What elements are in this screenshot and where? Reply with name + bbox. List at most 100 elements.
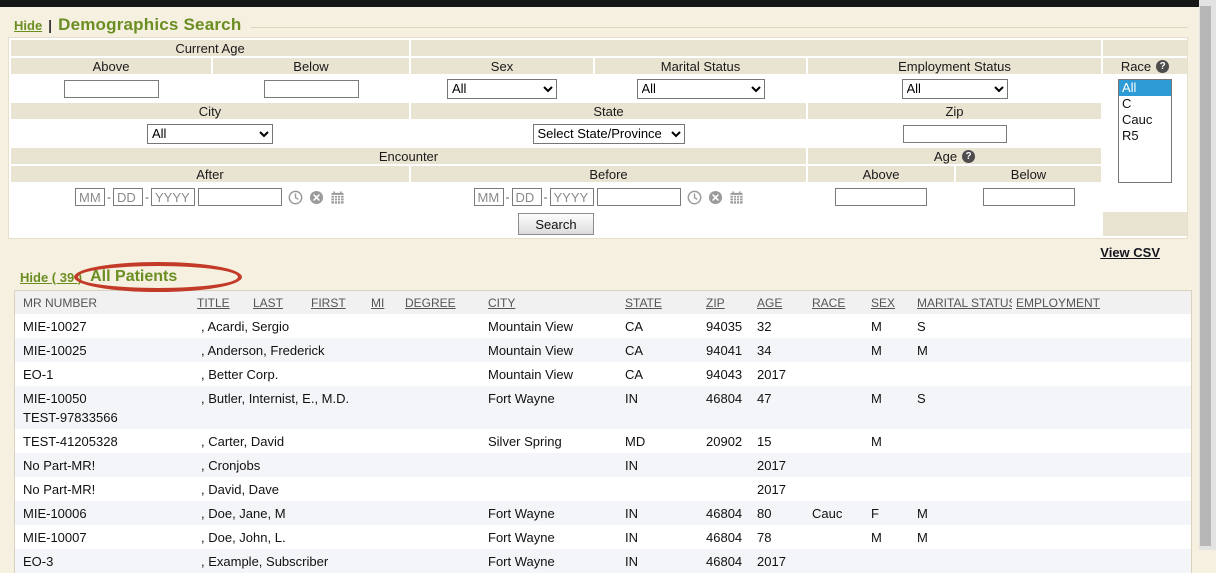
employment-cell — [1012, 314, 1191, 338]
calendar-icon[interactable] — [330, 190, 345, 205]
column-header-title[interactable]: TITLE — [193, 291, 249, 314]
race-listbox[interactable]: AllCCaucR5 — [1118, 79, 1172, 183]
patients-hide-link[interactable]: Hide ( 39 ) — [20, 270, 82, 285]
table-row[interactable]: No Part-MR!, CronjobsIN2017 — [15, 453, 1191, 477]
mr-number-cell: MIE-10050TEST-97833566 — [15, 386, 193, 429]
table-row[interactable]: MIE-10027, Acardi, SergioMountain ViewCA… — [15, 314, 1191, 338]
mr-number-cell: MIE-10025 — [15, 338, 193, 362]
encounter-after-year-input[interactable] — [151, 188, 195, 206]
top-black-bar — [0, 0, 1199, 7]
race-option[interactable]: Cauc — [1119, 112, 1171, 128]
cell: All — [808, 76, 1101, 101]
city-cell: Fort Wayne — [484, 386, 621, 429]
table-row[interactable]: MIE-10006, Doe, Jane, MFort WayneIN46804… — [15, 501, 1191, 525]
race-cell — [808, 362, 867, 386]
column-header-first[interactable]: FIRST — [307, 291, 367, 314]
zip-input[interactable] — [903, 125, 1007, 143]
column-header-employment[interactable]: EMPLOYMENT — [1012, 291, 1191, 314]
state-select[interactable]: Select State/Province — [533, 124, 685, 144]
encounter-before-date-input[interactable] — [597, 188, 681, 206]
race-option[interactable]: All — [1119, 80, 1171, 96]
age-cell: 34 — [753, 338, 808, 362]
patient-name-cell: , Acardi, Sergio — [193, 314, 484, 338]
clear-icon[interactable] — [309, 190, 324, 205]
encounter-after-day-input[interactable] — [113, 188, 143, 206]
table-row[interactable]: EO-1, Better Corp.Mountain ViewCA9404320… — [15, 362, 1191, 386]
column-header-state[interactable]: STATE — [621, 291, 702, 314]
race-option[interactable]: C — [1119, 96, 1171, 112]
current-age-below-input[interactable] — [264, 80, 359, 98]
patients-title-row: Hide ( 39 ) All Patients — [20, 266, 1192, 288]
view-csv-link[interactable]: View CSV — [1100, 245, 1160, 260]
current-age-group-header: Current Age — [11, 40, 409, 56]
clear-icon[interactable] — [708, 190, 723, 205]
marital-status-cell — [913, 453, 1012, 477]
table-row[interactable]: MIE-10025, Anderson, FrederickMountain V… — [15, 338, 1191, 362]
column-header-last[interactable]: LAST — [249, 291, 307, 314]
employment-status-select[interactable]: All — [902, 79, 1008, 99]
column-header-sex[interactable]: SEX — [867, 291, 913, 314]
column-header-zip[interactable]: ZIP — [702, 291, 753, 314]
race-cell — [808, 429, 867, 453]
table-row[interactable]: MIE-10007, Doe, John, L.Fort WayneIN4680… — [15, 525, 1191, 549]
calendar-icon[interactable] — [729, 190, 744, 205]
mr-number-cell: No Part-MR! — [15, 477, 193, 501]
age-cell: 78 — [753, 525, 808, 549]
state-cell: IN — [621, 501, 702, 525]
patients-header-row: MR NUMBERTITLELASTFIRSTMIDEGREECITYSTATE… — [15, 291, 1191, 314]
marital-status-cell — [913, 477, 1012, 501]
patient-name-cell: , Example, Subscriber — [193, 549, 484, 573]
age-help-icon[interactable]: ? — [962, 150, 975, 163]
title-separator: | — [48, 17, 52, 33]
sex-cell — [867, 453, 913, 477]
current-age-above-input[interactable] — [64, 80, 159, 98]
encounter-before-month-input[interactable] — [474, 188, 504, 206]
race-help-icon[interactable]: ? — [1156, 60, 1169, 73]
table-row[interactable]: TEST-41205328, Carter, DavidSilver Sprin… — [15, 429, 1191, 453]
encounter-before-day-input[interactable] — [512, 188, 542, 206]
clock-icon[interactable] — [288, 190, 303, 205]
scrollbar-thumb[interactable] — [1200, 6, 1211, 546]
state-cell: MD — [621, 429, 702, 453]
column-header-city[interactable]: CITY — [484, 291, 621, 314]
marital-status-select[interactable]: All — [637, 79, 765, 99]
encounter-after-date-input[interactable] — [198, 188, 282, 206]
demographics-hide-link[interactable]: Hide — [14, 18, 42, 33]
column-header-mi[interactable]: MI — [367, 291, 401, 314]
clock-icon[interactable] — [687, 190, 702, 205]
age-cell: 47 — [753, 386, 808, 429]
demographics-search-form: Current Age Above Below Sex Marital Stat… — [8, 37, 1188, 239]
city-select[interactable]: All — [147, 124, 273, 144]
race-cell — [808, 453, 867, 477]
header-spacer — [411, 40, 1101, 56]
encounter-before-year-input[interactable] — [550, 188, 594, 206]
column-header-marital-status[interactable]: MARITAL STATUS — [913, 291, 1012, 314]
column-header-degree[interactable]: DEGREE — [401, 291, 484, 314]
race-cell — [808, 525, 867, 549]
cell: All — [595, 76, 806, 101]
header-spacer — [1103, 212, 1187, 236]
marital-status-cell: S — [913, 314, 1012, 338]
city-cell: Mountain View — [484, 314, 621, 338]
race-option[interactable]: R5 — [1119, 128, 1171, 144]
cell: - - — [411, 184, 806, 210]
table-row[interactable]: No Part-MR!, David, Dave2017 — [15, 477, 1191, 501]
employment-cell — [1012, 525, 1191, 549]
encounter-after-month-input[interactable] — [75, 188, 105, 206]
age-cell: 2017 — [753, 477, 808, 501]
current-age-above-header: Above — [11, 58, 211, 74]
cell — [808, 121, 1101, 146]
vertical-scrollbar[interactable] — [1199, 0, 1216, 550]
age-below-input[interactable] — [983, 188, 1075, 206]
sex-select[interactable]: All — [447, 79, 557, 99]
column-header-age[interactable]: AGE — [753, 291, 808, 314]
search-button[interactable]: Search — [518, 213, 593, 235]
title-rule — [251, 27, 1188, 28]
age-above-input[interactable] — [835, 188, 927, 206]
column-header-race[interactable]: RACE — [808, 291, 867, 314]
patient-name-cell: , Anderson, Frederick — [193, 338, 484, 362]
table-row[interactable]: EO-3, Example, SubscriberFort WayneIN468… — [15, 549, 1191, 573]
city-header: City — [11, 103, 409, 119]
encounter-group-header: Encounter — [11, 148, 806, 164]
table-row[interactable]: MIE-10050TEST-97833566, Butler, Internis… — [15, 386, 1191, 429]
